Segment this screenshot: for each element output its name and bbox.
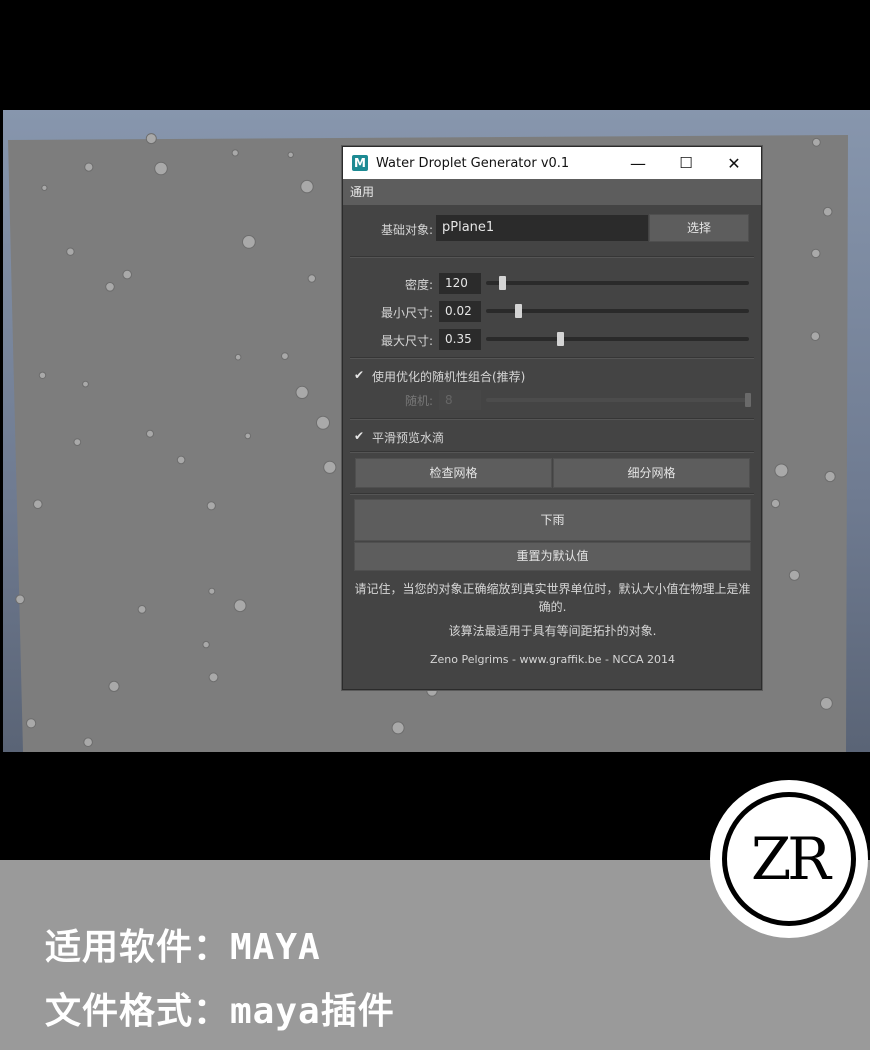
window-title: Water Droplet Generator v0.1 [376,155,570,171]
water-droplet [391,721,405,735]
water-droplet [316,415,330,430]
water-droplet [788,569,801,581]
water-droplet [287,151,294,158]
water-droplet [208,587,216,595]
random-combo-label: 使用优化的随机性组合(推荐) [372,370,526,384]
base-object-label: 基础对象: [380,223,433,237]
water-droplet [300,179,314,194]
check-mesh-button[interactable]: 检查网格 [355,458,552,488]
water-droplet [281,352,289,361]
water-droplet [244,432,252,440]
water-droplet [15,594,25,605]
credits-text: Zeno Pelgrims - www.graffik.be - NCCA 20… [429,653,676,666]
water-droplet [206,501,216,511]
max-size-field[interactable]: 0.35 [439,329,481,350]
water-droplet [770,498,781,509]
water-droplet [774,463,789,478]
water-droplet [83,737,93,748]
smooth-preview-checkbox[interactable]: ✔ [354,430,367,443]
water-droplet [812,137,821,147]
caption-software-line: 适用软件：MAYA [45,927,321,968]
water-droplet [231,149,239,157]
density-label: 密度: [404,278,433,292]
water-droplet [108,680,120,693]
random-slider-track [486,398,749,402]
close-button[interactable]: ✕ [711,147,757,179]
density-field[interactable]: 120 [439,273,481,294]
water-droplet [26,718,37,729]
water-droplet [242,234,256,249]
water-droplet [234,353,242,361]
random-combo-checkbox[interactable]: ✔ [354,369,367,382]
title-bar[interactable]: M Water Droplet Generator v0.1 — ☐ ✕ [343,147,761,179]
random-label: 随机: [404,394,433,408]
min-size-field[interactable]: 0.02 [439,301,481,322]
water-droplet [323,460,337,474]
maximize-button[interactable]: ☐ [663,147,709,179]
subdivide-mesh-button[interactable]: 细分网格 [553,458,750,488]
water-droplet [145,133,157,145]
maya-logo-icon: M [352,155,368,171]
min-size-slider-track[interactable] [486,309,749,313]
zr-logo-ring: ZR [722,792,856,926]
caption-format-line: 文件格式：maya插件 [45,991,395,1032]
water-droplet [137,605,147,614]
scale-note: 请记住，当您的对象正确缩放到真实世界单位时，默认大小值在物理上是准确的. [354,582,751,614]
water-droplet [202,640,210,649]
water-droplet [822,206,833,217]
menu-general[interactable]: 通用 [343,179,761,205]
water-droplet [208,672,219,683]
minimize-button[interactable]: — [615,147,661,179]
reset-defaults-button[interactable]: 重置为默认值 [354,542,751,571]
water-droplet [824,470,836,483]
rain-button[interactable]: 下雨 [354,499,751,541]
water-droplet-generator-dialog: M Water Droplet Generator v0.1 — ☐ ✕ 通用 … [342,146,762,690]
water-droplet [66,247,75,256]
water-droplet [233,599,247,613]
water-droplet [295,385,309,399]
water-droplet [122,269,132,280]
min-size-label: 最小尺寸: [380,306,433,320]
zr-logo: ZR [710,780,868,938]
water-droplet [38,371,47,379]
water-droplet [84,162,94,172]
water-droplet [176,455,186,465]
base-object-field[interactable]: pPlane1 [436,215,648,241]
water-droplet [105,282,115,292]
water-droplet [146,429,154,438]
water-droplet [811,248,821,259]
water-droplet [73,438,82,447]
min-size-slider-thumb[interactable] [514,304,522,318]
max-size-slider-track[interactable] [486,337,749,341]
water-droplet [810,331,821,341]
max-size-slider-thumb[interactable] [556,332,564,346]
max-size-label: 最大尺寸: [380,334,433,348]
water-droplet [41,184,48,192]
density-slider-thumb[interactable] [498,276,506,290]
water-droplet [307,274,316,283]
water-droplet [820,697,833,710]
random-slider-thumb [745,393,751,407]
density-slider-track[interactable] [486,281,749,285]
water-droplet [154,161,168,176]
select-button[interactable]: 选择 [649,214,749,242]
random-field: 8 [439,390,481,410]
water-droplet [82,380,89,388]
zr-logo-text: ZR [751,825,831,893]
water-droplet [33,499,43,510]
smooth-preview-label: 平滑预览水滴 [372,431,445,445]
topology-note: 该算法最适用于具有等间距拓扑的对象. [448,624,657,638]
